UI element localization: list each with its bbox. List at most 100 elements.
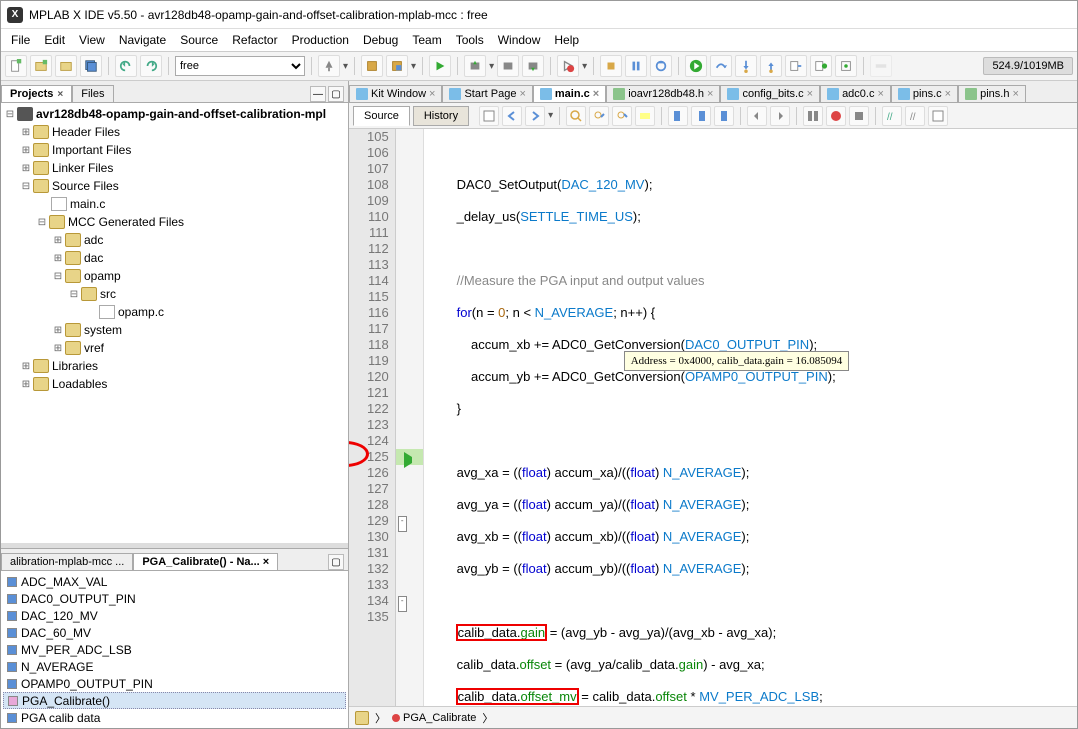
menu-window[interactable]: Window <box>492 31 547 49</box>
program-device-icon[interactable] <box>464 55 486 77</box>
navigator-item[interactable]: DAC_60_MV <box>3 624 346 641</box>
code-editor[interactable]: 1051061071081091101111121131141151161171… <box>349 129 1077 706</box>
editor-tab[interactable]: pins.h× <box>958 85 1026 102</box>
editor-tab[interactable]: Start Page× <box>442 85 532 102</box>
go-header-icon[interactable] <box>928 106 948 126</box>
menu-tools[interactable]: Tools <box>450 31 490 49</box>
close-icon[interactable]: × <box>429 88 435 100</box>
menu-team[interactable]: Team <box>406 31 447 49</box>
breadcrumb-function[interactable]: PGA_Calibrate <box>392 712 476 724</box>
macro-stop-icon[interactable] <box>849 106 869 126</box>
tab-projects[interactable]: Projects × <box>1 85 72 102</box>
toggle-bookmark-icon[interactable] <box>714 106 734 126</box>
focus-cursor-icon[interactable] <box>835 55 857 77</box>
back-icon[interactable] <box>502 106 522 126</box>
dropdown-arrow-icon[interactable]: ▾ <box>582 61 587 72</box>
tree-mcc-generated[interactable]: MCC Generated Files <box>68 215 184 229</box>
editor-tab[interactable]: ioavr128db48.h× <box>606 85 720 102</box>
reset-icon[interactable] <box>650 55 672 77</box>
tree-adc[interactable]: adc <box>84 233 103 247</box>
new-project-icon[interactable] <box>30 55 52 77</box>
breadcrumb-file-icon[interactable] <box>355 711 369 725</box>
mode-source[interactable]: Source <box>353 106 410 126</box>
tab-navigator[interactable]: PGA_Calibrate() - Na... × <box>133 553 278 570</box>
new-file-icon[interactable] <box>5 55 27 77</box>
navigator-item[interactable]: MV_PER_ADC_LSB <box>3 641 346 658</box>
set-pc-icon[interactable] <box>810 55 832 77</box>
find-selection-icon[interactable] <box>566 106 586 126</box>
tab-dashboard[interactable]: alibration-mplab-mcc ... <box>1 553 133 570</box>
run-icon[interactable] <box>429 55 451 77</box>
toggle-highlight-icon[interactable] <box>635 106 655 126</box>
pause-icon[interactable] <box>625 55 647 77</box>
build-for-debug-icon[interactable] <box>386 55 408 77</box>
open-project-icon[interactable] <box>55 55 77 77</box>
read-device-icon[interactable] <box>522 55 544 77</box>
tab-files[interactable]: Files <box>72 85 113 102</box>
shift-right-icon[interactable] <box>770 106 790 126</box>
editor-tab[interactable]: pins.c× <box>891 85 958 102</box>
glyph-margin[interactable]: -- <box>396 129 424 706</box>
forward-icon[interactable] <box>525 106 545 126</box>
editor-tab[interactable]: main.c× <box>533 85 606 102</box>
comment-icon[interactable]: // <box>882 106 902 126</box>
tree-src[interactable]: src <box>100 287 116 301</box>
editor-tab[interactable]: Kit Window× <box>349 85 442 102</box>
redo-icon[interactable] <box>140 55 162 77</box>
navigator-item[interactable]: DAC0_OUTPUT_PIN <box>3 590 346 607</box>
close-icon[interactable]: × <box>1012 88 1018 100</box>
tree-dac[interactable]: dac <box>84 251 103 265</box>
tree-libraries[interactable]: Libraries <box>52 359 98 373</box>
last-edit-icon[interactable] <box>479 106 499 126</box>
continue-icon[interactable] <box>685 55 707 77</box>
pc-sampling-icon[interactable] <box>870 55 892 77</box>
find-next-icon[interactable] <box>612 106 632 126</box>
step-out-icon[interactable] <box>760 55 782 77</box>
macro-start-icon[interactable] <box>803 106 823 126</box>
macro-rec-icon[interactable] <box>826 106 846 126</box>
menu-source[interactable]: Source <box>174 31 224 49</box>
editor-tab[interactable]: config_bits.c× <box>720 85 820 102</box>
next-bookmark-icon[interactable] <box>691 106 711 126</box>
mode-history[interactable]: History <box>413 106 469 126</box>
close-icon[interactable]: × <box>877 88 883 100</box>
step-into-icon[interactable] <box>735 55 757 77</box>
menu-help[interactable]: Help <box>548 31 585 49</box>
project-root[interactable]: avr128db48-opamp-gain-and-offset-calibra… <box>36 107 326 121</box>
config-dropdown[interactable]: free <box>175 56 305 76</box>
tree-loadables[interactable]: Loadables <box>52 377 107 391</box>
tree-source-files[interactable]: Source Files <box>52 179 119 193</box>
menu-edit[interactable]: Edit <box>38 31 71 49</box>
prev-bookmark-icon[interactable] <box>668 106 688 126</box>
menu-production[interactable]: Production <box>286 31 355 49</box>
navigator-item[interactable]: N_AVERAGE <box>3 658 346 675</box>
close-icon[interactable]: × <box>519 88 525 100</box>
uncomment-icon[interactable]: // <box>905 106 925 126</box>
shift-left-icon[interactable] <box>747 106 767 126</box>
navigator-item[interactable]: DAC_120_MV <box>3 607 346 624</box>
navigator-item[interactable]: ADC_MAX_VAL <box>3 573 346 590</box>
editor-tab[interactable]: adc0.c× <box>820 85 891 102</box>
close-icon[interactable]: × <box>707 88 713 100</box>
step-over-icon[interactable] <box>710 55 732 77</box>
menu-view[interactable]: View <box>73 31 111 49</box>
restore-icon[interactable]: ▢ <box>328 86 344 102</box>
tree-main-c[interactable]: main.c <box>70 197 105 211</box>
close-icon[interactable]: × <box>945 88 951 100</box>
dropdown-arrow-icon[interactable]: ▾ <box>489 61 494 72</box>
hold-reset-icon[interactable] <box>497 55 519 77</box>
dropdown-arrow-icon[interactable]: ▾ <box>343 61 348 72</box>
navigator-item[interactable]: OPAMP0_OUTPUT_PIN <box>3 675 346 692</box>
navigator-item[interactable]: PGA calib data <box>3 709 346 726</box>
close-icon[interactable]: × <box>593 88 599 100</box>
tree-system[interactable]: system <box>84 323 122 337</box>
build-main-icon[interactable] <box>318 55 340 77</box>
clean-build-icon[interactable] <box>361 55 383 77</box>
menu-file[interactable]: File <box>5 31 36 49</box>
navigator-item[interactable]: PGA_Calibrate() <box>3 692 346 709</box>
tree-opamp-c[interactable]: opamp.c <box>118 305 164 319</box>
tree-linker-files[interactable]: Linker Files <box>52 161 113 175</box>
run-to-cursor-icon[interactable] <box>785 55 807 77</box>
save-all-icon[interactable] <box>80 55 102 77</box>
debug-main-icon[interactable] <box>557 55 579 77</box>
